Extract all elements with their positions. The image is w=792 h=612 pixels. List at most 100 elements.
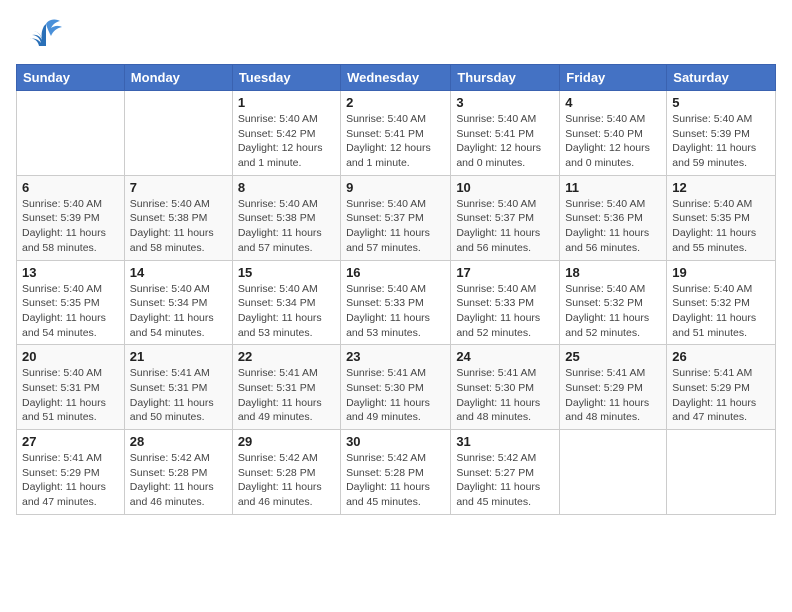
weekday-header-wednesday: Wednesday xyxy=(341,65,451,91)
day-info: Sunrise: 5:40 AM Sunset: 5:35 PM Dayligh… xyxy=(22,282,119,341)
day-info: Sunrise: 5:40 AM Sunset: 5:32 PM Dayligh… xyxy=(672,282,770,341)
day-number: 22 xyxy=(238,349,335,364)
calendar-cell: 9 Sunrise: 5:40 AM Sunset: 5:37 PM Daylig… xyxy=(341,175,451,260)
calendar-week-2: 6Sunrise: 5:40 AM Sunset: 5:39 PM Daylig… xyxy=(17,175,776,260)
day-number: 13 xyxy=(22,265,119,280)
calendar-cell: 6Sunrise: 5:40 AM Sunset: 5:39 PM Daylig… xyxy=(17,175,125,260)
day-info: Sunrise: 5:40 AM Sunset: 5:34 PM Dayligh… xyxy=(130,282,227,341)
day-info: Sunrise: 5:41 AM Sunset: 5:31 PM Dayligh… xyxy=(238,366,335,425)
calendar-cell: 11 Sunrise: 5:40 AM Sunset: 5:36 PM Dayli… xyxy=(560,175,667,260)
day-info: Sunrise: 5:40 AM Sunset: 5:36 PM Dayligh… xyxy=(565,197,661,256)
day-number: 20 xyxy=(22,349,119,364)
calendar-week-4: 20 Sunrise: 5:40 AM Sunset: 5:31 PM Dayli… xyxy=(17,345,776,430)
day-info: Sunrise: 5:40 AM Sunset: 5:41 PM Dayligh… xyxy=(346,112,445,171)
day-info: Sunrise: 5:40 AM Sunset: 5:39 PM Dayligh… xyxy=(672,112,770,171)
day-number: 8 xyxy=(238,180,335,195)
day-number: 4 xyxy=(565,95,661,110)
calendar-cell: 23 Sunrise: 5:41 AM Sunset: 5:30 PM Dayli… xyxy=(341,345,451,430)
calendar-cell xyxy=(124,91,232,176)
day-info: Sunrise: 5:41 AM Sunset: 5:30 PM Dayligh… xyxy=(346,366,445,425)
day-info: Sunrise: 5:40 AM Sunset: 5:34 PM Dayligh… xyxy=(238,282,335,341)
calendar-cell: 25 Sunrise: 5:41 AM Sunset: 5:29 PM Dayli… xyxy=(560,345,667,430)
calendar-cell: 28 Sunrise: 5:42 AM Sunset: 5:28 PM Dayli… xyxy=(124,430,232,515)
day-info: Sunrise: 5:40 AM Sunset: 5:41 PM Dayligh… xyxy=(456,112,554,171)
day-info: Sunrise: 5:40 AM Sunset: 5:37 PM Dayligh… xyxy=(456,197,554,256)
day-info: Sunrise: 5:40 AM Sunset: 5:33 PM Dayligh… xyxy=(346,282,445,341)
calendar-cell xyxy=(17,91,125,176)
day-number: 10 xyxy=(456,180,554,195)
calendar-cell: 16 Sunrise: 5:40 AM Sunset: 5:33 PM Dayli… xyxy=(341,260,451,345)
calendar-cell: 7 Sunrise: 5:40 AM Sunset: 5:38 PM Daylig… xyxy=(124,175,232,260)
day-info: Sunrise: 5:40 AM Sunset: 5:35 PM Dayligh… xyxy=(672,197,770,256)
day-number: 24 xyxy=(456,349,554,364)
weekday-header-tuesday: Tuesday xyxy=(232,65,340,91)
calendar-cell: 4 Sunrise: 5:40 AM Sunset: 5:40 PM Daylig… xyxy=(560,91,667,176)
calendar-cell: 17Sunrise: 5:40 AM Sunset: 5:33 PM Dayli… xyxy=(451,260,560,345)
day-info: Sunrise: 5:42 AM Sunset: 5:28 PM Dayligh… xyxy=(130,451,227,510)
calendar-table: SundayMondayTuesdayWednesdayThursdayFrid… xyxy=(16,64,776,515)
calendar-cell: 27Sunrise: 5:41 AM Sunset: 5:29 PM Dayli… xyxy=(17,430,125,515)
logo-icon xyxy=(16,16,66,56)
calendar-cell: 24 Sunrise: 5:41 AM Sunset: 5:30 PM Dayli… xyxy=(451,345,560,430)
day-info: Sunrise: 5:41 AM Sunset: 5:31 PM Dayligh… xyxy=(130,366,227,425)
day-number: 3 xyxy=(456,95,554,110)
calendar-cell: 2 Sunrise: 5:40 AM Sunset: 5:41 PM Daylig… xyxy=(341,91,451,176)
calendar-cell: 1 Sunrise: 5:40 AM Sunset: 5:42 PM Daylig… xyxy=(232,91,340,176)
weekday-header-sunday: Sunday xyxy=(17,65,125,91)
calendar-cell: 15 Sunrise: 5:40 AM Sunset: 5:34 PM Dayli… xyxy=(232,260,340,345)
calendar-cell xyxy=(667,430,776,515)
day-info: Sunrise: 5:41 AM Sunset: 5:29 PM Dayligh… xyxy=(565,366,661,425)
calendar-week-5: 27Sunrise: 5:41 AM Sunset: 5:29 PM Dayli… xyxy=(17,430,776,515)
calendar-cell: 22 Sunrise: 5:41 AM Sunset: 5:31 PM Dayli… xyxy=(232,345,340,430)
day-info: Sunrise: 5:40 AM Sunset: 5:39 PM Dayligh… xyxy=(22,197,119,256)
calendar-cell: 30 Sunrise: 5:42 AM Sunset: 5:28 PM Dayli… xyxy=(341,430,451,515)
weekday-header-saturday: Saturday xyxy=(667,65,776,91)
calendar-cell: 5 Sunrise: 5:40 AM Sunset: 5:39 PM Daylig… xyxy=(667,91,776,176)
day-number: 7 xyxy=(130,180,227,195)
page-header xyxy=(16,16,776,56)
day-number: 23 xyxy=(346,349,445,364)
weekday-header-monday: Monday xyxy=(124,65,232,91)
day-number: 5 xyxy=(672,95,770,110)
day-number: 25 xyxy=(565,349,661,364)
day-info: Sunrise: 5:40 AM Sunset: 5:38 PM Dayligh… xyxy=(238,197,335,256)
calendar-cell: 8 Sunrise: 5:40 AM Sunset: 5:38 PM Daylig… xyxy=(232,175,340,260)
calendar-week-3: 13 Sunrise: 5:40 AM Sunset: 5:35 PM Dayli… xyxy=(17,260,776,345)
day-number: 1 xyxy=(238,95,335,110)
day-number: 16 xyxy=(346,265,445,280)
day-number: 28 xyxy=(130,434,227,449)
day-number: 18 xyxy=(565,265,661,280)
calendar-cell xyxy=(560,430,667,515)
day-info: Sunrise: 5:41 AM Sunset: 5:30 PM Dayligh… xyxy=(456,366,554,425)
calendar-cell: 3 Sunrise: 5:40 AM Sunset: 5:41 PM Daylig… xyxy=(451,91,560,176)
day-info: Sunrise: 5:40 AM Sunset: 5:38 PM Dayligh… xyxy=(130,197,227,256)
day-number: 14 xyxy=(130,265,227,280)
day-info: Sunrise: 5:41 AM Sunset: 5:29 PM Dayligh… xyxy=(672,366,770,425)
day-number: 27 xyxy=(22,434,119,449)
day-info: Sunrise: 5:40 AM Sunset: 5:42 PM Dayligh… xyxy=(238,112,335,171)
day-number: 30 xyxy=(346,434,445,449)
day-number: 2 xyxy=(346,95,445,110)
day-info: Sunrise: 5:40 AM Sunset: 5:40 PM Dayligh… xyxy=(565,112,661,171)
day-number: 9 xyxy=(346,180,445,195)
calendar-cell: 26Sunrise: 5:41 AM Sunset: 5:29 PM Dayli… xyxy=(667,345,776,430)
logo xyxy=(16,16,68,56)
day-info: Sunrise: 5:40 AM Sunset: 5:37 PM Dayligh… xyxy=(346,197,445,256)
calendar-cell: 21 Sunrise: 5:41 AM Sunset: 5:31 PM Dayli… xyxy=(124,345,232,430)
calendar-cell: 13 Sunrise: 5:40 AM Sunset: 5:35 PM Dayli… xyxy=(17,260,125,345)
day-number: 31 xyxy=(456,434,554,449)
calendar-cell: 19Sunrise: 5:40 AM Sunset: 5:32 PM Dayli… xyxy=(667,260,776,345)
calendar-cell: 31 Sunrise: 5:42 AM Sunset: 5:27 PM Dayli… xyxy=(451,430,560,515)
calendar-cell: 18Sunrise: 5:40 AM Sunset: 5:32 PM Dayli… xyxy=(560,260,667,345)
calendar-week-1: 1 Sunrise: 5:40 AM Sunset: 5:42 PM Daylig… xyxy=(17,91,776,176)
day-number: 11 xyxy=(565,180,661,195)
calendar-cell: 20 Sunrise: 5:40 AM Sunset: 5:31 PM Dayli… xyxy=(17,345,125,430)
day-number: 29 xyxy=(238,434,335,449)
calendar-cell: 10 Sunrise: 5:40 AM Sunset: 5:37 PM Dayli… xyxy=(451,175,560,260)
day-number: 21 xyxy=(130,349,227,364)
day-info: Sunrise: 5:42 AM Sunset: 5:28 PM Dayligh… xyxy=(346,451,445,510)
day-number: 15 xyxy=(238,265,335,280)
weekday-header-thursday: Thursday xyxy=(451,65,560,91)
day-info: Sunrise: 5:42 AM Sunset: 5:27 PM Dayligh… xyxy=(456,451,554,510)
day-info: Sunrise: 5:40 AM Sunset: 5:31 PM Dayligh… xyxy=(22,366,119,425)
